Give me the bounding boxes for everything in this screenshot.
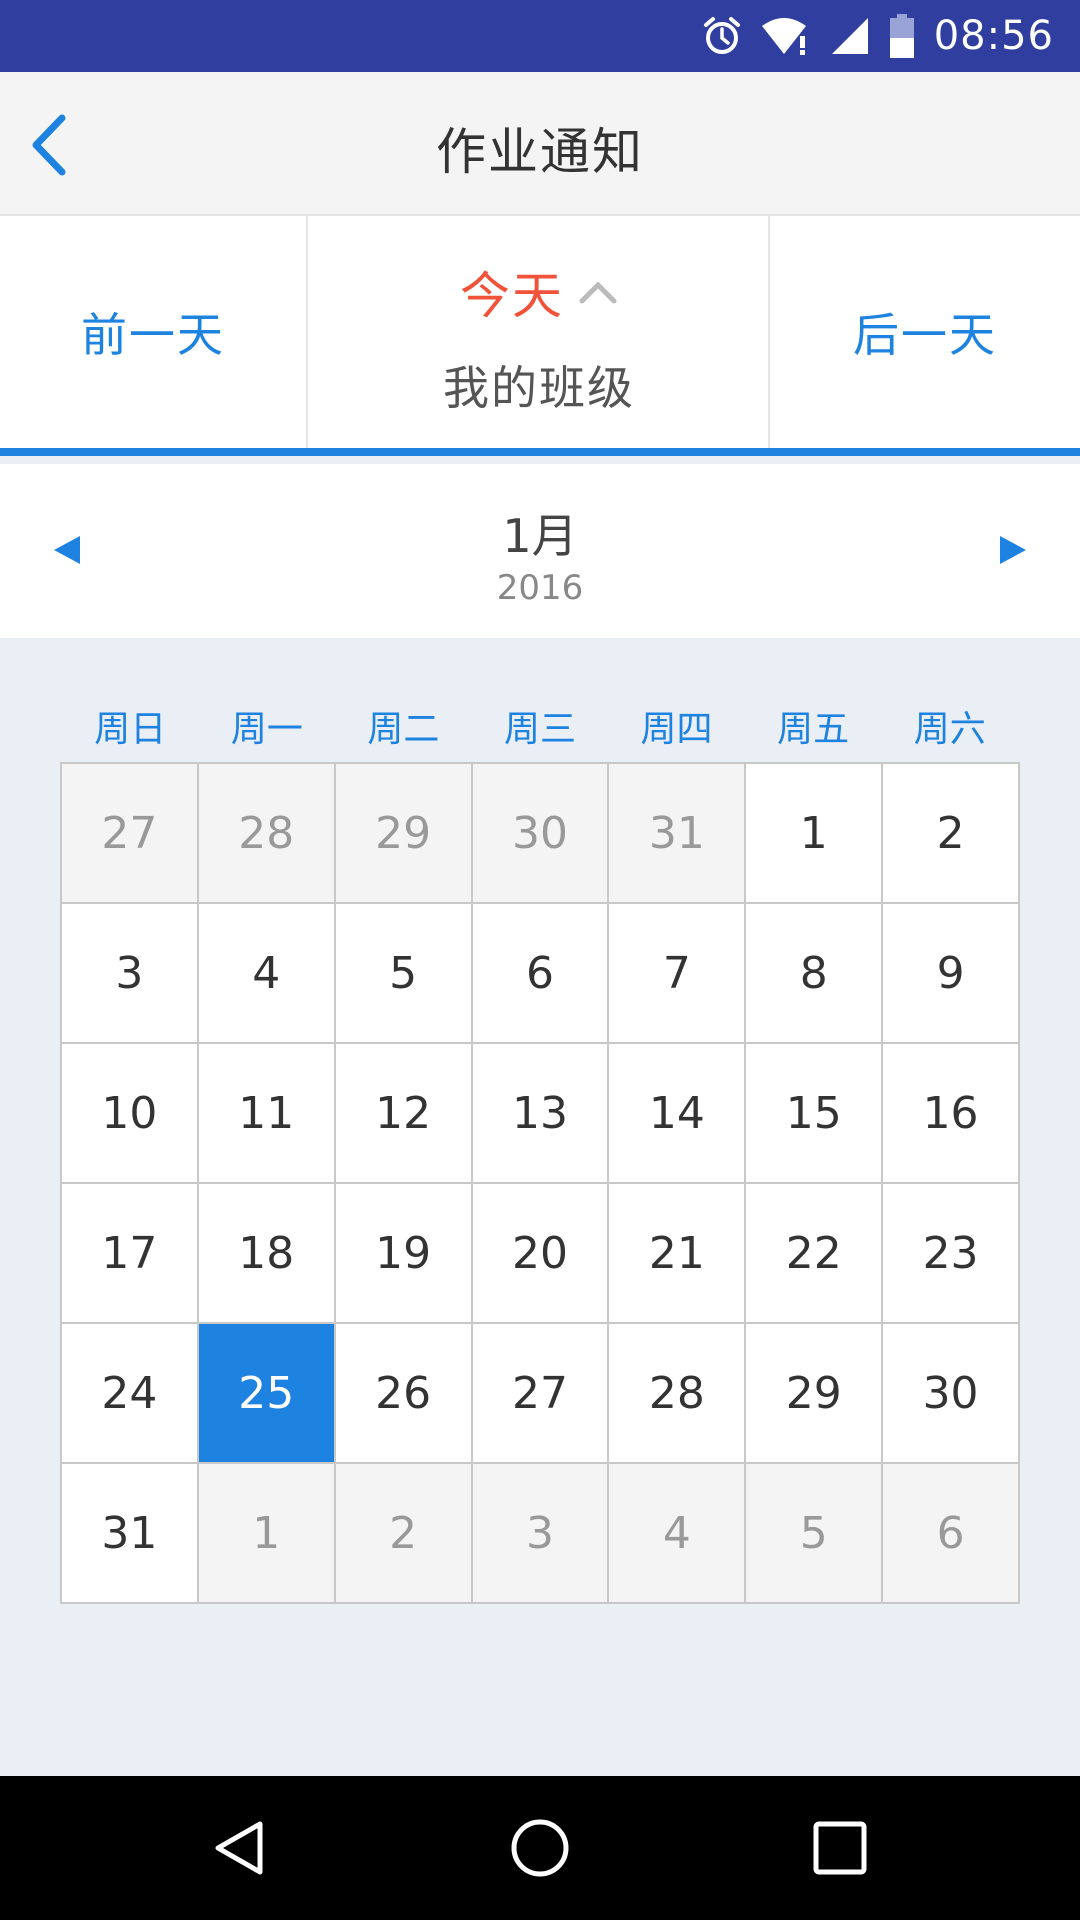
signal-icon [830,16,870,56]
calendar-day[interactable]: 29 [746,1324,884,1464]
weekday-thu: 周四 [640,709,713,750]
calendar-day[interactable]: 16 [883,1044,1020,1184]
calendar-day[interactable]: 5 [335,904,473,1044]
weekday-sat: 周六 [913,709,986,750]
wifi-icon [760,16,812,56]
calendar-day[interactable]: 9 [883,904,1020,1044]
weekday-wed: 周三 [503,709,576,750]
status-bar: 08:56 [0,0,1080,72]
calendar-day[interactable]: 11 [198,1044,336,1184]
calendar-day[interactable]: 13 [472,1044,610,1184]
calendar-day[interactable]: 3 [62,904,199,1044]
status-time: 08:56 [933,13,1054,59]
calendar-day[interactable]: 14 [609,1044,747,1184]
calendar-day[interactable]: 5 [746,1464,884,1604]
calendar-day[interactable]: 28 [198,764,336,904]
next-month-button[interactable] [992,530,1032,570]
calendar-day[interactable]: 10 [62,1044,199,1184]
calendar-day[interactable]: 26 [335,1324,473,1464]
calendar-day[interactable]: 7 [609,904,747,1044]
calendar-day[interactable]: 8 [746,904,884,1044]
battery-icon [888,14,916,58]
calendar-day[interactable]: 2 [883,764,1020,904]
alarm-icon [702,16,742,56]
calendar-day[interactable]: 22 [746,1184,884,1324]
calendar-day[interactable]: 31 [62,1464,199,1604]
calendar-day[interactable]: 20 [472,1184,610,1324]
calendar-day[interactable]: 19 [335,1184,473,1324]
title-bar: 作业通知 [0,72,1080,216]
calendar-day[interactable]: 29 [335,764,473,904]
next-day-button[interactable]: 后一天 [768,216,1080,448]
day-switcher: 前一天 今天 我的班级 后一天 [0,216,1080,456]
calendar-day[interactable]: 21 [609,1184,747,1324]
nav-recents-button[interactable] [808,1816,872,1880]
calendar-day[interactable]: 30 [883,1324,1020,1464]
nav-home-button[interactable] [508,1816,572,1880]
calendar-day[interactable]: 3 [472,1464,610,1604]
month-label: 1月 [502,509,578,563]
calendar-day[interactable]: 12 [335,1044,473,1184]
calendar-day[interactable]: 24 [62,1324,199,1464]
nav-back-button[interactable] [208,1816,272,1880]
calendar-day[interactable]: 30 [472,764,610,904]
calendar-day[interactable]: 4 [609,1464,747,1604]
calendar-day[interactable]: 18 [198,1184,336,1324]
calendar-day[interactable]: 6 [883,1464,1020,1604]
today-label: 今天 [460,267,564,325]
navigation-bar [0,1776,1080,1920]
triangle-right-icon [1000,536,1026,564]
calendar-day[interactable]: 27 [62,764,199,904]
year-label: 2016 [496,568,584,608]
calendar-day[interactable]: 28 [609,1324,747,1464]
calendar-day[interactable]: 23 [883,1184,1020,1324]
weekday-header: 周日 周一 周二 周三 周四 周五 周六 [62,700,1018,750]
class-label: 我的班级 [443,361,635,415]
calendar-day[interactable]: 31 [609,764,747,904]
calendar-day-selected[interactable]: 25 [198,1324,336,1464]
month-header: 1月 2016 [0,464,1080,638]
calendar-day[interactable]: 1 [746,764,884,904]
date-class-selector[interactable]: 今天 我的班级 [310,216,768,448]
weekday-tue: 周二 [367,709,440,750]
calendar-day[interactable]: 27 [472,1324,610,1464]
calendar-grid: 27 28 29 30 31 1 2 3 4 5 6 7 8 9 10 11 12 13 14 15 16 17 18 19 2… [60,762,1020,1604]
weekday-sun: 周日 [94,709,167,750]
chevron-up-icon [579,281,617,304]
weekday-mon: 周一 [230,709,303,750]
recents-square-icon [813,1821,867,1875]
home-circle-icon [511,1819,569,1877]
weekday-fri: 周五 [777,709,850,750]
calendar-day[interactable]: 17 [62,1184,199,1324]
calendar-day[interactable]: 1 [198,1464,336,1604]
calendar-day[interactable]: 2 [335,1464,473,1604]
calendar-day[interactable]: 4 [198,904,336,1044]
page-title: 作业通知 [436,123,644,181]
calendar-day[interactable]: 15 [746,1044,884,1184]
prev-day-button[interactable]: 前一天 [0,216,308,448]
back-triangle-icon [215,1821,263,1875]
calendar-day[interactable]: 6 [472,904,610,1044]
